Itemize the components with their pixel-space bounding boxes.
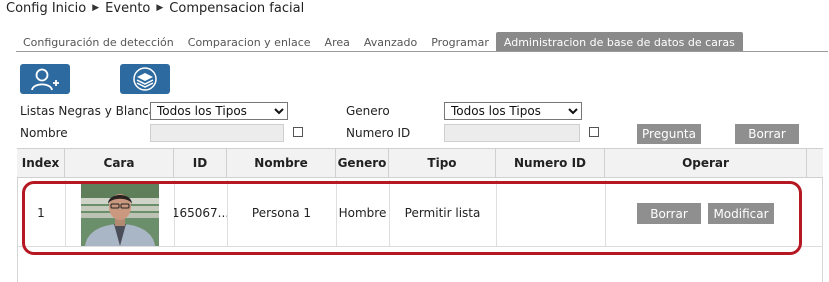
name-label: Nombre — [20, 126, 68, 140]
name-checkbox[interactable] — [293, 127, 303, 137]
modify-row-button[interactable]: Modificar — [708, 203, 774, 224]
delete-row-button[interactable]: Borrar — [637, 203, 701, 224]
tab-bar: Configuración de detección Comparacion y… — [16, 32, 743, 52]
col-id-header: ID — [174, 148, 227, 178]
row-divider — [65, 180, 66, 246]
tab-face-database[interactable]: Administracion de base de datos de caras — [495, 32, 743, 52]
tab-advanced[interactable]: Avanzado — [357, 32, 424, 52]
cell-gender: Hombre — [338, 206, 387, 220]
tab-comparison-link[interactable]: Comparacion y enlace — [181, 32, 318, 52]
breadcrumb: Config Inicio ▶ Evento ▶ Compensacion fa… — [6, 0, 304, 16]
gender-select[interactable]: Todos los Tipos — [444, 102, 582, 120]
cell-name: Persona 1 — [251, 206, 312, 220]
id-input[interactable] — [444, 124, 580, 142]
cell-index: 1 — [37, 206, 45, 220]
cell-type: Permitir lista — [404, 206, 481, 220]
tab-detection-config[interactable]: Configuración de detección — [16, 32, 181, 52]
add-person-icon — [31, 68, 59, 91]
tab-area[interactable]: Area — [318, 32, 357, 52]
col-name-header: Nombre — [227, 148, 336, 178]
col-index-header: Index — [17, 148, 65, 178]
breadcrumb-arrow-icon: ▶ — [92, 3, 100, 13]
face-photo[interactable] — [81, 184, 159, 246]
add-face-button[interactable] — [20, 64, 70, 94]
list-type-select[interactable]: Todos los Tipos — [150, 102, 288, 120]
list-type-label: Listas Negras y Blancas — [20, 104, 163, 118]
col-face-header: Cara — [65, 148, 174, 178]
id-checkbox[interactable] — [589, 127, 599, 137]
batch-import-button[interactable] — [120, 64, 170, 94]
row-bottom-border — [17, 246, 823, 247]
id-label: Numero ID — [346, 126, 411, 140]
clear-button[interactable]: Borrar — [735, 124, 799, 144]
col-type-header: Tipo — [389, 148, 496, 178]
row-divider — [605, 180, 606, 246]
gender-label: Genero — [346, 104, 390, 118]
tab-schedule[interactable]: Programar — [424, 32, 496, 52]
breadcrumb-item-event[interactable]: Evento — [105, 1, 150, 16]
col-operate-header: Operar — [605, 148, 807, 178]
cell-id: 165067... — [174, 206, 227, 220]
col-number-id-header: Numero ID — [496, 148, 605, 178]
tab-divider — [16, 51, 828, 52]
cell-number-id — [496, 180, 605, 246]
col-gender-header: Genero — [336, 148, 389, 178]
search-button[interactable]: Pregunta — [637, 124, 701, 144]
breadcrumb-arrow-icon: ▶ — [156, 3, 164, 13]
breadcrumb-item-config[interactable]: Config Inicio — [6, 1, 86, 16]
name-input[interactable] — [150, 124, 284, 142]
layers-icon — [133, 67, 157, 91]
breadcrumb-item-face: Compensacion facial — [169, 0, 305, 16]
